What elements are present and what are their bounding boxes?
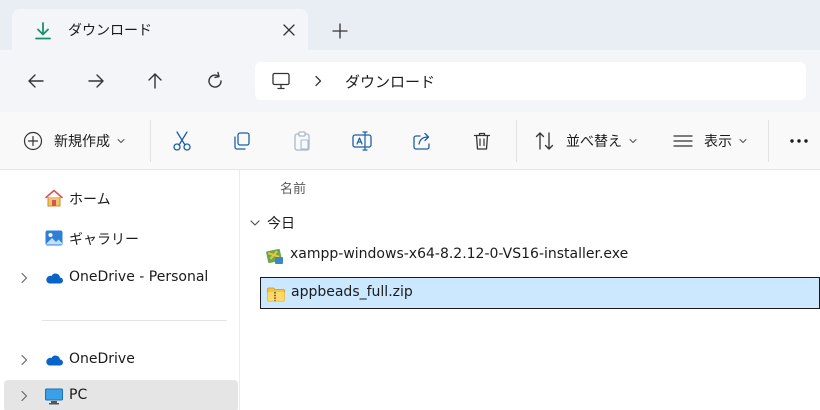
view-label: 表示 xyxy=(704,134,732,150)
file-name: xampp-windows-x64-8.2.12-0-VS16-installe… xyxy=(290,246,629,262)
onedrive-icon xyxy=(46,355,63,366)
sort-icon xyxy=(535,132,554,150)
scissors-icon xyxy=(173,131,191,151)
tab-title: ダウンロード xyxy=(68,23,152,39)
clipboard-icon xyxy=(294,131,310,151)
chevron-down-icon xyxy=(629,138,637,144)
copy-button[interactable] xyxy=(231,112,253,170)
chevron-down-icon xyxy=(117,138,125,144)
toolbar-divider xyxy=(768,120,769,162)
back-arrow-icon[interactable] xyxy=(26,71,46,91)
chevron-right-icon[interactable] xyxy=(19,390,29,402)
sort-button[interactable]: 並べ替え xyxy=(534,112,638,170)
plus-circle-icon xyxy=(23,131,43,151)
navigation-bar: ダウンロード xyxy=(0,50,820,112)
sidebar-divider xyxy=(42,320,227,321)
sidebar-item-gallery[interactable]: ギャラリー xyxy=(4,222,238,254)
more-options-button[interactable] xyxy=(788,112,810,170)
group-header-today[interactable]: 今日 xyxy=(249,212,295,234)
sidebar-item-label: OneDrive xyxy=(69,351,135,367)
chevron-right-icon[interactable] xyxy=(19,354,29,366)
rename-button[interactable] xyxy=(351,112,373,170)
refresh-icon[interactable] xyxy=(205,71,225,91)
cut-button[interactable] xyxy=(171,112,193,170)
chevron-right-icon[interactable] xyxy=(313,75,323,87)
more-icon xyxy=(790,139,808,143)
file-name: appbeads_full.zip xyxy=(291,284,413,300)
download-icon xyxy=(35,22,51,40)
title-bar: ダウンロード xyxy=(0,0,820,50)
view-button[interactable]: 表示 xyxy=(672,112,748,170)
paste-button[interactable] xyxy=(291,112,313,170)
address-bar[interactable]: ダウンロード xyxy=(255,62,806,100)
new-button[interactable]: 新規作成 xyxy=(22,112,126,170)
new-tab-icon[interactable] xyxy=(332,23,348,39)
trash-icon xyxy=(473,132,491,150)
home-icon xyxy=(45,189,63,207)
sidebar-item-pc[interactable]: PC xyxy=(4,380,238,410)
pc-icon xyxy=(45,388,63,405)
delete-button[interactable] xyxy=(471,112,493,170)
up-arrow-icon[interactable] xyxy=(145,71,165,91)
zip-folder-icon xyxy=(267,287,285,302)
toolbar-divider xyxy=(516,120,517,162)
column-header-name[interactable]: 名前 xyxy=(280,178,306,197)
command-bar: 新規作成 並べ替え 表示 xyxy=(0,112,820,170)
share-icon xyxy=(413,132,430,150)
sidebar-item-label: PC xyxy=(69,387,88,403)
computer-icon[interactable] xyxy=(271,72,291,90)
share-button[interactable] xyxy=(411,112,433,170)
group-label: 今日 xyxy=(267,216,295,232)
chevron-down-icon xyxy=(250,220,260,226)
onedrive-icon xyxy=(46,273,63,284)
forward-arrow-icon[interactable] xyxy=(86,71,106,91)
sidebar-item-onedrive-personal[interactable]: OneDrive - Personal xyxy=(4,262,238,294)
file-row[interactable]: appbeads_full.zip xyxy=(260,277,820,309)
sidebar-item-label: ギャラリー xyxy=(69,232,139,248)
new-label: 新規作成 xyxy=(54,134,110,150)
sidebar-item-label: OneDrive - Personal xyxy=(69,269,209,285)
navigation-pane: ホーム ギャラリー OneDrive - Personal OneDrive P… xyxy=(0,170,240,410)
breadcrumb-downloads[interactable]: ダウンロード xyxy=(345,71,435,92)
sort-label: 並べ替え xyxy=(566,134,622,150)
sidebar-item-home[interactable]: ホーム xyxy=(4,182,238,214)
copy-icon xyxy=(234,132,250,150)
chevron-right-icon[interactable] xyxy=(19,272,29,284)
file-list: 名前 今日 xampp-windows-x64-8.2.12-0-VS16-in… xyxy=(241,170,820,410)
sidebar-item-onedrive[interactable]: OneDrive xyxy=(4,344,238,376)
view-list-icon xyxy=(673,135,693,147)
installer-icon xyxy=(266,248,283,264)
close-tab-icon[interactable] xyxy=(282,23,296,37)
rename-icon xyxy=(352,131,372,151)
sidebar-item-label: ホーム xyxy=(69,192,111,208)
gallery-icon xyxy=(45,230,63,246)
toolbar-divider xyxy=(150,120,151,162)
tab-downloads[interactable]: ダウンロード xyxy=(12,9,308,50)
chevron-down-icon xyxy=(739,138,747,144)
file-row[interactable]: xampp-windows-x64-8.2.12-0-VS16-installe… xyxy=(260,240,820,272)
